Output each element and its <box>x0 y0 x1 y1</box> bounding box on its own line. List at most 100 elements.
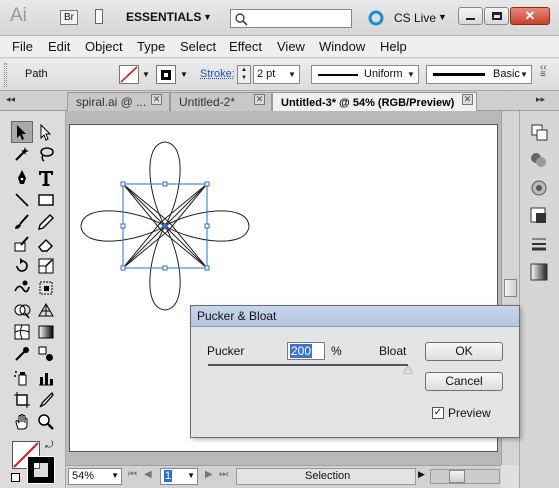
zoom-select[interactable]: 54% ▼ <box>68 468 122 485</box>
line-segment-tool[interactable] <box>11 189 33 211</box>
collapse-panel-icon[interactable]: ◂◂ <box>6 94 15 105</box>
horizontal-scrollbar[interactable] <box>430 469 500 484</box>
stroke-chevron-icon[interactable]: ▼ <box>180 70 188 79</box>
fill-swatch[interactable] <box>119 65 139 84</box>
stroke-weight-select[interactable]: 2 pt ▼ <box>253 65 300 84</box>
workspace-switcher[interactable]: ESSENTIALS <box>126 10 201 24</box>
workspace-chevron-icon[interactable]: ▼ <box>203 12 212 22</box>
no-fill-icon <box>120 66 138 83</box>
blend-tool[interactable] <box>35 343 57 365</box>
next-artboard-icon[interactable]: ▶ <box>205 469 213 480</box>
amount-input[interactable]: 200 <box>287 342 325 360</box>
zoom-tool[interactable] <box>35 411 57 433</box>
color-panel-button[interactable] <box>528 121 550 143</box>
status-menu-arrow-icon[interactable]: ▶ <box>418 469 425 480</box>
menu-view[interactable]: View <box>277 39 305 54</box>
column-graph-tool[interactable] <box>35 367 57 389</box>
pen-tool[interactable] <box>11 167 33 189</box>
expand-panel-icon[interactable]: ▸▸ <box>536 94 545 105</box>
rectangle-icon <box>38 194 54 206</box>
maximize-button[interactable] <box>484 7 509 25</box>
stroke-swatch[interactable] <box>156 65 176 84</box>
previous-artboard-icon[interactable]: ◀ <box>144 469 152 480</box>
lasso-tool[interactable] <box>35 143 57 165</box>
ok-button[interactable]: OK <box>425 342 503 361</box>
magic-wand-tool[interactable] <box>11 143 33 165</box>
mesh-tool[interactable] <box>11 321 33 343</box>
scale-tool[interactable] <box>35 255 57 277</box>
menu-edit[interactable]: Edit <box>48 39 70 54</box>
default-colors-icon[interactable] <box>11 473 20 482</box>
direct-selection-tool[interactable] <box>35 121 57 143</box>
eyedropper-tool[interactable] <box>11 343 33 365</box>
status-menu[interactable]: Selection <box>236 468 416 485</box>
stroke-panel-icon <box>532 238 546 251</box>
selection-tool[interactable] <box>11 121 33 143</box>
cs-live-chevron-icon[interactable]: ▼ <box>438 12 447 22</box>
first-artboard-icon[interactable]: ⏮ <box>128 469 137 480</box>
blob-brush-tool[interactable] <box>11 233 33 255</box>
artboard-chevron-icon: ▼ <box>187 471 195 480</box>
gradient-panel-button[interactable] <box>528 261 550 283</box>
tab-untitled-3-close-icon[interactable]: ✕ <box>462 94 473 105</box>
menu-object[interactable]: Object <box>85 39 123 54</box>
free-transform-tool[interactable] <box>35 277 57 299</box>
arrange-documents-icon[interactable] <box>95 9 103 24</box>
rotate-tool[interactable] <box>11 255 33 277</box>
slider-thumb[interactable] <box>403 366 413 373</box>
shape-builder-icon <box>14 304 31 319</box>
stroke-color-box[interactable] <box>27 456 55 484</box>
menu-help[interactable]: Help <box>380 39 407 54</box>
amount-slider[interactable] <box>208 363 413 375</box>
control-panel-menu-icon[interactable]: ‹‹ ≡ <box>540 63 547 80</box>
stroke-panel-link[interactable]: Stroke: <box>200 68 235 80</box>
symbol-sprayer-tool[interactable] <box>11 367 33 389</box>
shape-builder-tool[interactable] <box>11 299 33 321</box>
artboard-number-field[interactable]: 1 ▼ <box>160 468 198 485</box>
gradient-tool[interactable] <box>35 321 57 343</box>
menu-window[interactable]: Window <box>319 39 365 54</box>
perspective-grid-tool[interactable] <box>35 299 57 321</box>
menu-file[interactable]: File <box>12 39 33 54</box>
warp-tool[interactable] <box>11 277 33 299</box>
tab-spiral-close-icon[interactable]: ✕ <box>151 94 162 105</box>
minimize-button[interactable] <box>458 7 483 25</box>
hand-tool[interactable] <box>11 411 33 433</box>
horizontal-scroll-thumb[interactable] <box>449 470 465 483</box>
pencil-tool[interactable] <box>35 211 57 233</box>
cs-live-icon[interactable] <box>367 9 385 27</box>
profile-chevron-icon: ▼ <box>407 70 415 79</box>
profile-line-preview <box>318 74 358 76</box>
artboard-tool[interactable] <box>11 389 33 411</box>
rectangle-tool[interactable] <box>35 189 57 211</box>
fill-chevron-icon[interactable]: ▼ <box>142 70 150 79</box>
menu-type[interactable]: Type <box>137 39 165 54</box>
tab-untitled-2-close-icon[interactable]: ✕ <box>254 94 265 105</box>
paintbrush-tool[interactable] <box>11 211 33 233</box>
bridge-button[interactable]: Br <box>60 10 78 25</box>
swatches-panel-button[interactable] <box>528 149 550 171</box>
stroke-weight-stepper[interactable]: ▲ ▼ <box>237 65 251 84</box>
swap-fill-stroke-icon[interactable]: ⤾ <box>45 440 53 451</box>
brushes-panel-button[interactable] <box>528 177 550 199</box>
cancel-button[interactable]: Cancel <box>425 372 503 391</box>
menu-select[interactable]: Select <box>180 39 216 54</box>
brush-definition-select[interactable]: Basic ▼ <box>426 65 532 84</box>
cs-live-label[interactable]: CS Live <box>394 11 436 25</box>
preview-label[interactable]: Preview <box>448 406 491 420</box>
search-input[interactable] <box>230 9 352 28</box>
preview-checkbox[interactable]: ✓ <box>432 407 444 419</box>
stroke-panel-button[interactable] <box>528 233 550 255</box>
menu-effect[interactable]: Effect <box>229 39 262 54</box>
type-tool[interactable] <box>35 167 57 189</box>
last-artboard-icon[interactable]: ⏭ <box>219 469 228 480</box>
scroll-thumb[interactable] <box>504 279 517 297</box>
slice-tool[interactable] <box>35 389 57 411</box>
symbols-panel-button[interactable] <box>528 205 550 227</box>
control-bar: Path ▼ ▼ Stroke: ▲ ▼ 2 pt ▼ Uniform ▼ Basi… <box>0 59 559 91</box>
eraser-tool[interactable] <box>35 233 57 255</box>
column-graph-icon <box>39 373 53 386</box>
close-button[interactable]: ✕ <box>510 7 550 25</box>
variable-width-profile-select[interactable]: Uniform ▼ <box>311 65 419 84</box>
tab-untitled-3[interactable]: Untitled-3* @ 54% (RGB/Preview) <box>272 92 477 111</box>
